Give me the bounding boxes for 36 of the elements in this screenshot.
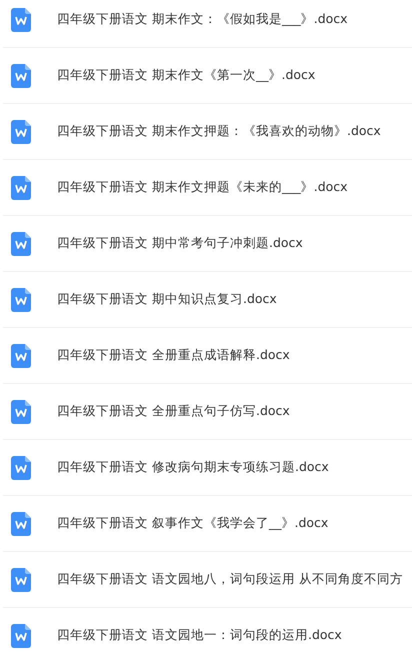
word-document-icon [11,400,31,424]
file-name: 四年级下册语文 期中知识点复习.docx [57,291,277,308]
file-row[interactable]: 四年级下册语文 全册重点成语解释.docx [3,328,412,384]
word-document-icon [11,176,31,200]
word-document-icon [11,8,31,32]
word-document-icon [11,568,31,592]
file-name: 四年级下册语文 语文园地八，词句段运用 从不同角度不同方 [57,571,403,588]
word-document-icon [11,288,31,312]
file-name: 四年级下册语文 语文园地一：词句段的运用.docx [57,627,342,644]
file-row[interactable]: 四年级下册语文 叙事作文《我学会了__》.docx [3,496,412,552]
file-name: 四年级下册语文 期末作文押题《未来的___》.docx [57,179,348,196]
file-row[interactable]: 四年级下册语文 期末作文押题《未来的___》.docx [3,160,412,216]
word-document-icon [11,120,31,144]
file-name: 四年级下册语文 期末作文：《假如我是___》.docx [57,11,348,28]
word-document-icon [11,512,31,536]
file-name: 四年级下册语文 全册重点成语解释.docx [57,347,290,364]
file-row[interactable]: 四年级下册语文 语文园地八，词句段运用 从不同角度不同方 [3,552,412,608]
file-name: 四年级下册语文 修改病句期末专项练习题.docx [57,459,329,476]
word-document-icon [11,64,31,88]
file-row[interactable]: 四年级下册语文 期中知识点复习.docx [3,272,412,328]
file-row[interactable]: 四年级下册语文 修改病句期末专项练习题.docx [3,440,412,496]
word-document-icon [11,624,31,648]
word-document-icon [11,344,31,368]
file-row[interactable]: 四年级下册语文 期末作文押题：《我喜欢的动物》.docx [3,104,412,160]
file-name: 四年级下册语文 期末作文《第一次__》.docx [57,67,316,84]
file-name: 四年级下册语文 全册重点句子仿写.docx [57,403,290,420]
file-row[interactable]: 四年级下册语文 期末作文：《假如我是___》.docx [3,0,412,48]
file-row[interactable]: 四年级下册语文 期中常考句子冲刺题.docx [3,216,412,272]
file-name: 四年级下册语文 期末作文押题：《我喜欢的动物》.docx [57,123,381,140]
word-document-icon [11,232,31,256]
word-document-icon [11,456,31,480]
file-row[interactable]: 四年级下册语文 全册重点句子仿写.docx [3,384,412,440]
file-name: 四年级下册语文 叙事作文《我学会了__》.docx [57,515,328,532]
file-name: 四年级下册语文 期中常考句子冲刺题.docx [57,235,303,252]
file-row[interactable]: 四年级下册语文 语文园地一：词句段的运用.docx [3,608,412,660]
file-row[interactable]: 四年级下册语文 期末作文《第一次__》.docx [3,48,412,104]
